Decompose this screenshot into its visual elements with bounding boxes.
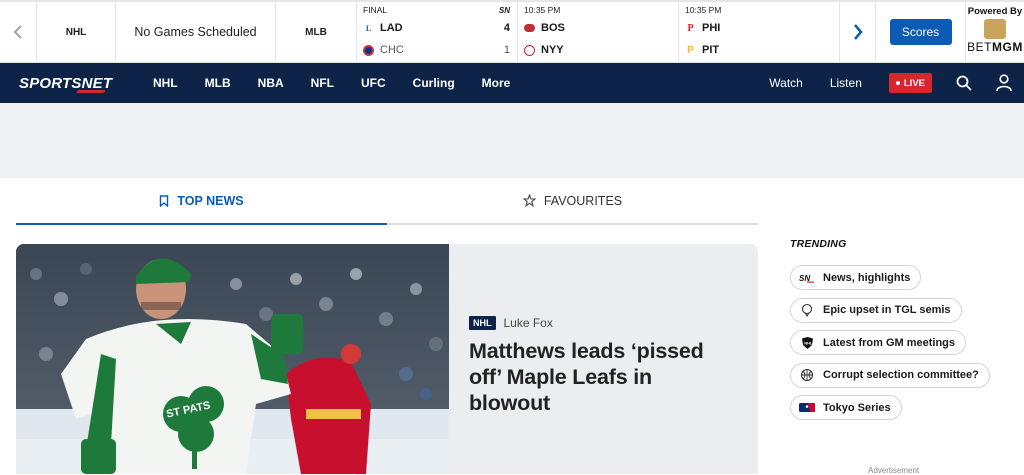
team-abbr: CHC bbox=[380, 44, 404, 56]
chevron-right-icon bbox=[853, 24, 863, 40]
team-score: 4 bbox=[503, 22, 510, 34]
team-abbr: BOS bbox=[541, 22, 565, 34]
hero-story-card[interactable]: ST PATS NHL Luke Fox Matthews leads ‘pis… bbox=[16, 244, 758, 474]
nav-link-nba[interactable]: NBA bbox=[258, 76, 284, 90]
star-icon bbox=[522, 194, 536, 207]
top-ad-slot bbox=[0, 103, 1024, 178]
red-sox-logo-icon bbox=[524, 24, 535, 32]
mlb-logo-icon bbox=[799, 401, 815, 415]
scores-bar: NHL No Games Scheduled MLB FINAL SN L LAD… bbox=[0, 0, 1024, 63]
team-row: P PHI bbox=[685, 17, 832, 39]
no-games-message: No Games Scheduled bbox=[116, 2, 276, 62]
tab-favourites[interactable]: FAVOURITES bbox=[387, 178, 758, 223]
betmgm-lion-icon bbox=[984, 19, 1006, 39]
league-label-mlb[interactable]: MLB bbox=[276, 2, 357, 62]
team-abbr: PHI bbox=[702, 22, 721, 34]
live-button[interactable]: LIVE bbox=[888, 73, 932, 93]
nav-link-watch[interactable]: Watch bbox=[769, 76, 803, 90]
team-row: BOS bbox=[524, 17, 671, 39]
team-row: NYY bbox=[524, 39, 671, 61]
search-icon bbox=[956, 75, 972, 91]
scores-prev-button[interactable] bbox=[0, 2, 37, 62]
nav-link-curling[interactable]: Curling bbox=[413, 76, 455, 90]
team-row: L LAD 4 bbox=[363, 17, 510, 39]
game-status: 10:35 PM bbox=[524, 5, 561, 15]
main-nav: SPORTSNET NHL MLB NBA NFL UFC Curling Mo… bbox=[0, 63, 1024, 103]
game-card[interactable]: FINAL SN L LAD 4 CHC 1 bbox=[357, 2, 518, 62]
nav-link-mlb[interactable]: MLB bbox=[205, 76, 231, 90]
hero-story-text[interactable]: NHL Luke Fox Matthews leads ‘pissed off’… bbox=[449, 244, 758, 474]
scores-button[interactable]: Scores bbox=[889, 19, 952, 45]
search-button[interactable] bbox=[956, 75, 972, 91]
live-dot-icon bbox=[895, 81, 900, 85]
chevron-left-icon bbox=[13, 25, 22, 39]
betmgm-logo: BETMGM bbox=[967, 40, 1023, 54]
team-row: CHC 1 bbox=[363, 39, 510, 61]
user-icon bbox=[996, 74, 1012, 92]
sponsor-block[interactable]: Powered By BETMGM bbox=[966, 2, 1024, 62]
league-badge[interactable]: NHL bbox=[469, 316, 496, 330]
nhl-shield-icon: NHL bbox=[799, 336, 815, 350]
team-abbr: PIT bbox=[702, 44, 720, 56]
trending-item[interactable]: Tokyo Series bbox=[790, 395, 902, 420]
team-abbr: NYY bbox=[541, 44, 564, 56]
news-tabs: TOP NEWS FAVOURITES bbox=[16, 178, 758, 225]
game-status: FINAL bbox=[363, 5, 388, 15]
team-row: P PIT bbox=[685, 39, 832, 61]
league-label-nhl[interactable]: NHL bbox=[37, 2, 116, 62]
powered-by-label: Powered By bbox=[967, 6, 1023, 17]
hero-photo[interactable]: ST PATS bbox=[16, 244, 449, 474]
nav-link-more[interactable]: More bbox=[482, 76, 511, 90]
network-logo: SN bbox=[498, 6, 510, 15]
nav-link-ufc[interactable]: UFC bbox=[361, 76, 386, 90]
trending-title: TRENDING bbox=[790, 238, 847, 250]
story-author: Luke Fox bbox=[503, 316, 553, 330]
game-card[interactable]: 10:35 PM BOS NYY bbox=[518, 2, 679, 62]
team-score: 1 bbox=[503, 44, 510, 56]
trending-item[interactable]: Corrupt selection committee? bbox=[790, 362, 990, 388]
scores-next-button[interactable] bbox=[840, 2, 876, 62]
golf-ball-icon bbox=[799, 303, 815, 317]
sportsnet-logo[interactable]: SPORTSNET bbox=[19, 75, 127, 93]
phillies-logo-icon: P bbox=[687, 22, 694, 34]
nav-link-nfl[interactable]: NFL bbox=[311, 76, 334, 90]
game-card[interactable]: 10:35 PM P PHI P PIT bbox=[679, 2, 840, 62]
trending-item[interactable]: SN News, highlights bbox=[790, 265, 922, 290]
story-headline[interactable]: Matthews leads ‘pissed off’ Maple Leafs … bbox=[469, 338, 729, 416]
cubs-logo-icon bbox=[363, 44, 374, 56]
tab-top-news[interactable]: TOP NEWS bbox=[16, 178, 387, 225]
basketball-icon bbox=[799, 368, 815, 382]
bookmark-icon bbox=[159, 194, 169, 207]
team-abbr: LAD bbox=[380, 22, 403, 34]
pirates-logo-icon: P bbox=[687, 44, 694, 56]
hockey-player-photo bbox=[16, 244, 449, 474]
sn-logo-icon: SN bbox=[799, 271, 815, 285]
trending-item[interactable]: Epic upset in TGL semis bbox=[790, 297, 962, 323]
svg-text:NHL: NHL bbox=[804, 340, 813, 345]
trending-panel: TRENDING SN News, highlights Epic upset … bbox=[790, 238, 1010, 428]
dodgers-logo-icon: L bbox=[365, 23, 372, 33]
nav-link-listen[interactable]: Listen bbox=[830, 76, 862, 90]
account-button[interactable] bbox=[996, 74, 1012, 92]
nav-link-nhl[interactable]: NHL bbox=[153, 76, 178, 90]
yankees-logo-icon bbox=[524, 44, 535, 56]
trending-item[interactable]: NHL Latest from GM meetings bbox=[790, 330, 967, 355]
game-status: 10:35 PM bbox=[685, 5, 722, 15]
